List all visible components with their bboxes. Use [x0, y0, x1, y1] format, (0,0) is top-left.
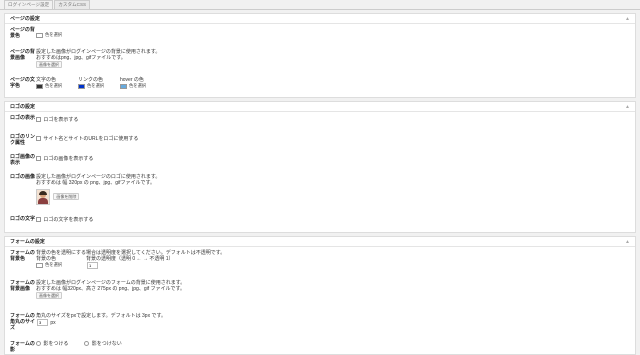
corner-radius-input[interactable]	[37, 319, 48, 326]
checkbox-label: サイト名とサイトのURLをロゴに使用する	[43, 136, 139, 142]
link-color-picker-button[interactable]: 色を選択	[78, 83, 104, 89]
field-label: ロゴ画像の表示	[10, 154, 36, 166]
checkbox-label: ロゴの画像を表示する	[43, 156, 94, 162]
field-label: フォームの背景画像	[10, 280, 35, 292]
panel-title: ロゴの設定	[10, 104, 36, 110]
text-color-picker-button[interactable]: 色を選択	[36, 83, 62, 89]
field-label: フォームの影	[10, 341, 35, 353]
tab-login-page-settings[interactable]: ログインページ設定	[4, 0, 54, 9]
field-label: フォームの背景色	[10, 250, 35, 262]
color-swatch	[36, 262, 43, 268]
page-settings-header[interactable]: ページの設定 ▲	[5, 14, 635, 24]
field-label: ページの文字色	[10, 77, 35, 89]
checkbox-label: ロゴを表示する	[43, 117, 79, 123]
bg-color-picker-button[interactable]: 色を選択	[36, 32, 62, 38]
form-bg-color-picker-button[interactable]: 色を選択	[36, 262, 62, 268]
color-swatch	[36, 32, 43, 38]
description: おすすめはpng、jpg、gifファイルです。	[36, 55, 126, 61]
page-settings-panel: ページの設定 ▲ ページの背景色 色を選択 ページの背景画像 設定した画像がログ…	[4, 13, 636, 98]
color-swatch	[78, 83, 85, 89]
column-title: 背景の透明度（透明 0 ← → 不透明 1）	[86, 256, 174, 262]
show-logo-image-checkbox[interactable]	[36, 156, 41, 162]
unit-label: px	[50, 320, 56, 326]
field-label: ロゴの文字	[10, 216, 36, 222]
field-label: フォームの角丸のサイズ	[10, 313, 36, 331]
radio-icon	[84, 341, 90, 347]
description: おすすめは 幅 320px の png、jpg、gifファイルです。	[36, 180, 155, 186]
panel-title: フォームの設定	[10, 239, 45, 245]
delete-image-button[interactable]: 画像を削除	[53, 193, 80, 201]
field-label: ロゴの表示	[10, 115, 36, 121]
opacity-input[interactable]	[87, 262, 98, 269]
collapse-arrow-icon[interactable]: ▲	[625, 16, 630, 22]
collapse-arrow-icon[interactable]: ▲	[625, 239, 630, 245]
description: おすすめは 幅320px、高さ 275px の png、jpg、gif ファイル…	[36, 286, 185, 292]
radio-icon	[36, 341, 41, 347]
panel-title: ページの設定	[10, 16, 40, 22]
logo-preview-image	[36, 189, 50, 205]
select-image-button[interactable]: 画像を選択	[36, 292, 62, 299]
logo-settings-panel: ロゴの設定 ▲ ロゴの表示 ロゴを表示する ロゴのリンク属性 サイト名とサイトの…	[4, 101, 636, 233]
field-label: ロゴのリンク属性	[10, 134, 36, 146]
hover-color-picker-button[interactable]: 色を選択	[120, 83, 146, 89]
shadow-off-option[interactable]: 影をつけない	[84, 341, 122, 351]
field-label: ロゴの画像	[10, 174, 36, 180]
tab-bar: ログインページ設定 カスタムCSS	[0, 0, 640, 10]
color-swatch	[120, 83, 127, 89]
form-settings-panel: フォームの設定 ▲ フォームの背景色 背景の色を透明にする場合は透明度を選択して…	[4, 236, 636, 355]
select-image-button[interactable]: 画像を選択	[36, 61, 62, 68]
logo-settings-header[interactable]: ロゴの設定 ▲	[5, 102, 635, 112]
checkbox-label: ロゴの文字を表示する	[43, 217, 94, 223]
logo-text-checkbox[interactable]	[36, 217, 41, 223]
tab-custom-css[interactable]: カスタムCSS	[54, 0, 91, 9]
logo-link-checkbox[interactable]	[36, 136, 41, 142]
shadow-on-option[interactable]: 影をつける	[36, 341, 68, 351]
field-label: ページの背景画像	[10, 49, 35, 61]
form-settings-header[interactable]: フォームの設定 ▲	[5, 237, 635, 247]
field-label: ページの背景色	[10, 27, 35, 39]
color-swatch	[36, 83, 43, 89]
collapse-arrow-icon[interactable]: ▲	[625, 104, 630, 110]
show-logo-checkbox[interactable]	[36, 117, 41, 123]
